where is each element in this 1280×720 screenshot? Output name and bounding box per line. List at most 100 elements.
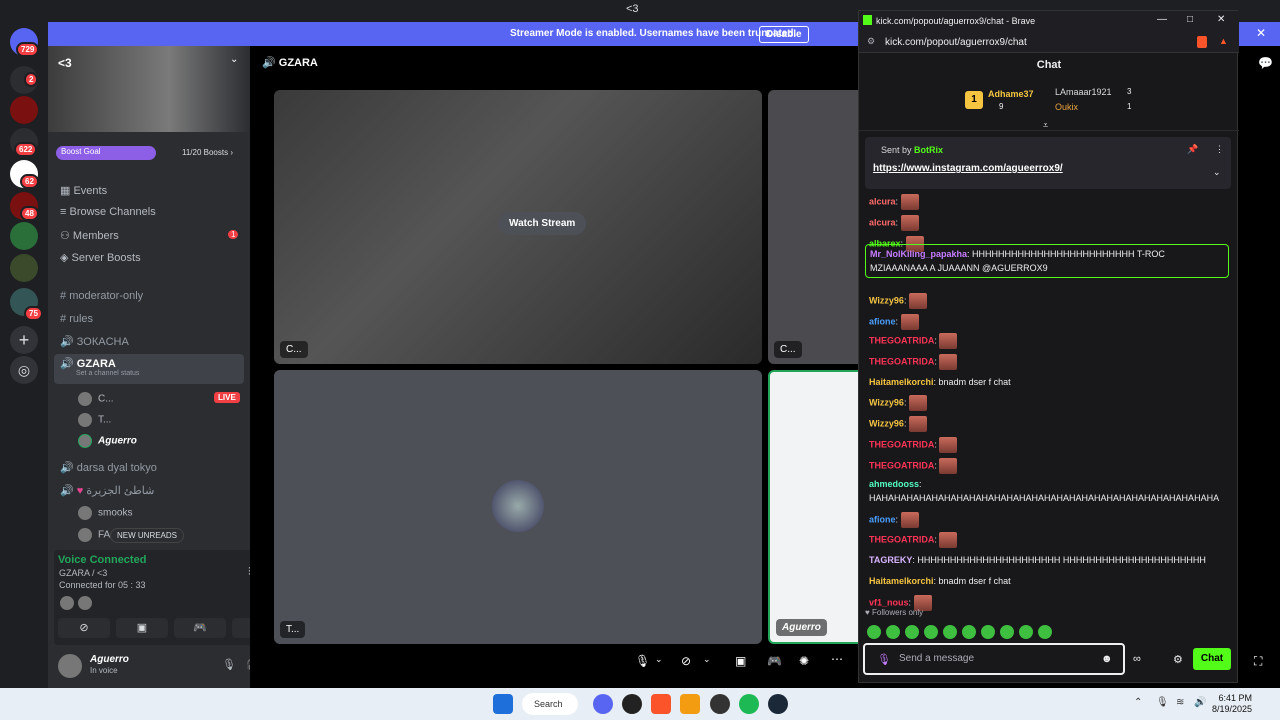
watch-stream-button[interactable]: Watch Stream	[498, 212, 587, 235]
emote-icon[interactable]	[939, 532, 958, 548]
chevron-down-icon[interactable]: ⌄	[230, 54, 238, 65]
chat-message[interactable]: Haitamelkorchi: bnadm dser f chat	[869, 574, 1229, 588]
user-tile[interactable]: T...	[274, 370, 762, 644]
emote-icon[interactable]	[900, 215, 919, 231]
emote-icon[interactable]	[981, 624, 995, 639]
chat-message[interactable]: THEGOATRIDA:	[869, 458, 1229, 474]
add-server-icon[interactable]: +	[10, 326, 38, 354]
chat-username[interactable]: THEGOATRIDA	[869, 460, 934, 470]
emote-icon[interactable]	[908, 293, 927, 309]
nav-members[interactable]: ⚇ Members	[60, 229, 119, 242]
chat-message[interactable]: THEGOATRIDA:	[869, 333, 1229, 349]
chat-username[interactable]: Mr_NolKiling_papakha	[870, 249, 967, 259]
emote-icon[interactable]	[939, 333, 958, 349]
chat-username[interactable]: THEGOATRIDA	[869, 356, 934, 366]
channel-darsa[interactable]: 🔊 darsa dyal tokyo	[60, 461, 157, 474]
emote-icon[interactable]	[905, 624, 919, 639]
app-icon[interactable]	[710, 694, 730, 714]
chat-message[interactable]: Mr_NolKiling_papakha: HHHHHHHHHHHHHHHHHH…	[865, 244, 1229, 278]
share-screen-button[interactable]: ▣	[116, 618, 168, 638]
emoji-icon[interactable]: ☻	[1101, 653, 1113, 665]
tray-chevron-icon[interactable]: ⌃	[1134, 697, 1142, 708]
chat-username[interactable]: afione	[869, 514, 896, 524]
voice-user[interactable]: Aguerro	[78, 434, 137, 448]
close-icon[interactable]: ✕	[1256, 26, 1266, 40]
chat-username[interactable]: alcura	[869, 217, 896, 227]
nav-browse-channels[interactable]: ≡ Browse Channels	[60, 206, 156, 218]
username[interactable]: Aguerro	[90, 654, 129, 665]
chat-username[interactable]: Wizzy96	[869, 418, 904, 428]
disable-button[interactable]: Disable	[759, 26, 809, 43]
emote-icon[interactable]	[886, 624, 900, 639]
channel-arabic[interactable]: 🔊 ♥ شاطئ الجزيرة	[60, 484, 154, 497]
voice-user[interactable]: T...	[78, 413, 111, 427]
chevron-down-icon[interactable]: ⌄	[655, 654, 663, 665]
emote-icon[interactable]	[1038, 624, 1052, 639]
nav-events[interactable]: ▦ Events	[60, 184, 107, 197]
chat-username[interactable]: ahmedooss	[869, 479, 919, 489]
chat-username[interactable]: vf1_nous	[869, 597, 909, 607]
windows-start-icon[interactable]	[493, 694, 513, 714]
channel-rules[interactable]: # rules	[60, 313, 93, 325]
chat-message[interactable]: Wizzy96:	[869, 395, 1229, 411]
chat-message[interactable]: alcura:	[869, 194, 1229, 210]
server-icon[interactable]	[10, 222, 38, 250]
emote-icon[interactable]	[908, 416, 927, 432]
share-screen-icon[interactable]: ▣	[735, 654, 746, 668]
mic-icon[interactable]: 🎙	[635, 654, 650, 668]
emote-icon[interactable]	[939, 354, 958, 370]
server-header[interactable]: <3 ⌄	[48, 46, 250, 132]
avatar[interactable]	[58, 654, 82, 678]
spotify-app-icon[interactable]	[739, 694, 759, 714]
camera-off-button[interactable]: ⊘	[58, 618, 110, 638]
chevron-down-icon[interactable]: ⌄	[703, 654, 711, 665]
voice-user[interactable]: smooks	[78, 506, 132, 520]
chat-username[interactable]: THEGOATRIDA	[869, 439, 934, 449]
chat-username[interactable]: Haitamelkorchi	[869, 576, 934, 586]
chat-username[interactable]: Haitamelkorchi	[869, 377, 934, 387]
mic-icon[interactable]: 🎙	[222, 658, 236, 671]
emote-icon[interactable]	[900, 512, 919, 528]
wifi-icon[interactable]: ≋	[1176, 697, 1184, 708]
emote-icon[interactable]	[939, 437, 958, 453]
chat-icon[interactable]: 💬	[1258, 56, 1273, 70]
chat-username[interactable]: Wizzy96	[869, 295, 904, 305]
chat-message[interactable]: Wizzy96:	[869, 293, 1229, 309]
stream-tile[interactable]: Watch Stream C...	[274, 90, 762, 364]
volume-icon[interactable]: 🔊	[1194, 697, 1206, 708]
emote-icon[interactable]	[962, 624, 976, 639]
app-icon[interactable]	[680, 694, 700, 714]
clock[interactable]: 6:41 PM 8/19/2025	[1212, 693, 1252, 715]
brave-app-icon[interactable]	[651, 694, 671, 714]
gear-icon[interactable]: ⚙	[1173, 653, 1183, 666]
emote-icon[interactable]	[900, 314, 919, 330]
new-unreads-button[interactable]: NEW UNREADS	[110, 528, 185, 543]
server-icon[interactable]	[10, 96, 38, 124]
chat-message[interactable]: THEGOATRIDA:	[869, 532, 1229, 548]
chat-message[interactable]: ahmedooss: HAHAHAHAHAHAHAHAHAHAHAHAHAHAH…	[869, 477, 1229, 505]
emote-icon[interactable]	[867, 624, 881, 639]
chat-username[interactable]: Wizzy96	[869, 397, 904, 407]
chat-message[interactable]: afione:	[869, 512, 1229, 528]
emote-icon[interactable]	[908, 395, 927, 411]
more-icon[interactable]: ⋯	[831, 652, 843, 666]
steam-app-icon[interactable]	[768, 694, 788, 714]
mic-icon[interactable]: 🎙	[877, 653, 891, 666]
send-chat-button[interactable]: Chat	[1193, 648, 1231, 670]
emote-icon[interactable]	[924, 624, 938, 639]
camera-off-icon[interactable]: ⊘	[681, 654, 691, 668]
taskbar-search[interactable]: Search	[522, 693, 578, 715]
voice-user[interactable]: C...	[78, 392, 114, 406]
chat-username[interactable]: TAGREKY	[869, 555, 912, 565]
channel-moderator-only[interactable]: # moderator-only	[60, 290, 143, 302]
emote-icon[interactable]	[939, 458, 958, 474]
server-icon[interactable]	[10, 254, 38, 282]
chat-username[interactable]: THEGOATRIDA	[869, 534, 934, 544]
user-tile[interactable]: Aguerro	[768, 370, 868, 644]
chat-message[interactable]: alcura:	[869, 215, 1229, 231]
channel-status[interactable]: Set a channel status	[76, 370, 238, 377]
discord-app-icon[interactable]	[593, 694, 613, 714]
chat-message[interactable]: Wizzy96:	[869, 416, 1229, 432]
discover-icon[interactable]: ◎	[10, 356, 38, 384]
chat-username[interactable]: alcura	[869, 196, 896, 206]
